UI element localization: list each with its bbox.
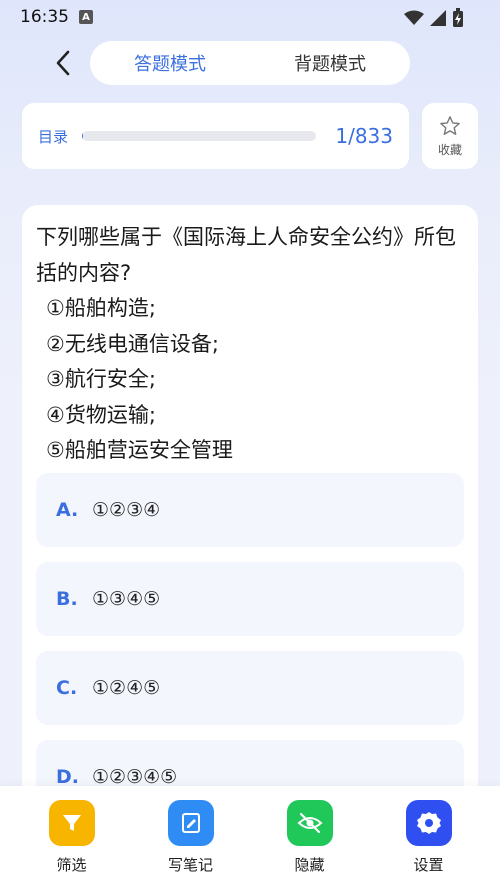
option-c[interactable]: C. ①②④⑤ [36,650,464,725]
option-letter: D. [56,765,79,788]
favorite-label: 收藏 [437,142,462,157]
progress-bar [82,131,317,141]
chevron-left-icon [56,50,70,76]
eye-off-icon [286,800,333,846]
question-item: ②无线电通信设备; [46,331,219,356]
hide-label: 隐藏 [294,856,325,874]
star-icon [440,115,460,135]
back-button[interactable] [48,48,78,78]
signal-icon [430,10,446,26]
question-text: 下列哪些属于《国际海上人命安全公约》所包括的内容? [36,225,456,285]
mode-switch: 答题模式 背题模式 [90,41,410,85]
status-time: 16:35 [20,7,69,27]
status-icons [404,8,464,28]
note-icon [167,800,214,846]
filter-button[interactable]: 筛选 [27,786,117,888]
progress-card: 目录 1/833 [22,103,409,169]
option-text: ①②③④⑤ [92,765,178,788]
bottom-toolbar: 筛选 写笔记 隐藏 设置 [0,786,500,888]
tab-answer-mode[interactable]: 答题模式 [90,50,250,76]
battery-icon [453,8,463,27]
write-note-button[interactable]: 写笔记 [146,786,236,888]
option-a[interactable]: A. ①②③④ [36,472,464,547]
question-item: ④货物运输; [46,402,156,427]
question-item: ③航行安全; [46,367,156,391]
option-letter: A. [56,498,79,521]
settings-button[interactable]: 设置 [384,786,474,888]
wifi-icon [404,10,424,25]
notification-badge-icon: A [79,10,93,24]
filter-label: 筛选 [56,856,87,874]
option-text: ①②③④ [92,498,161,521]
settings-label: 设置 [413,856,444,874]
filter-icon [48,800,95,846]
progress-count: 1/833 [335,124,393,148]
option-b[interactable]: B. ①③④⑤ [36,561,464,636]
option-letter: B. [56,587,78,610]
option-text: ①②④⑤ [92,676,161,699]
option-letter: C. [56,676,78,699]
options-list: A. ①②③④ B. ①③④⑤ C. ①②④⑤ D. ①②③④⑤ [36,472,464,814]
question-item: ⑤船舶营运安全管理 [46,438,233,462]
question-item: ①船舶构造; [46,296,156,320]
option-text: ①③④⑤ [92,587,161,610]
hide-button[interactable]: 隐藏 [265,786,355,888]
tab-memorize-mode[interactable]: 背题模式 [250,50,410,76]
status-bar: 16:35 A [0,0,500,34]
gear-icon [405,800,452,846]
catalog-button[interactable]: 目录 [38,126,68,147]
favorite-button[interactable]: 收藏 [422,103,478,169]
write-note-label: 写笔记 [167,856,213,874]
